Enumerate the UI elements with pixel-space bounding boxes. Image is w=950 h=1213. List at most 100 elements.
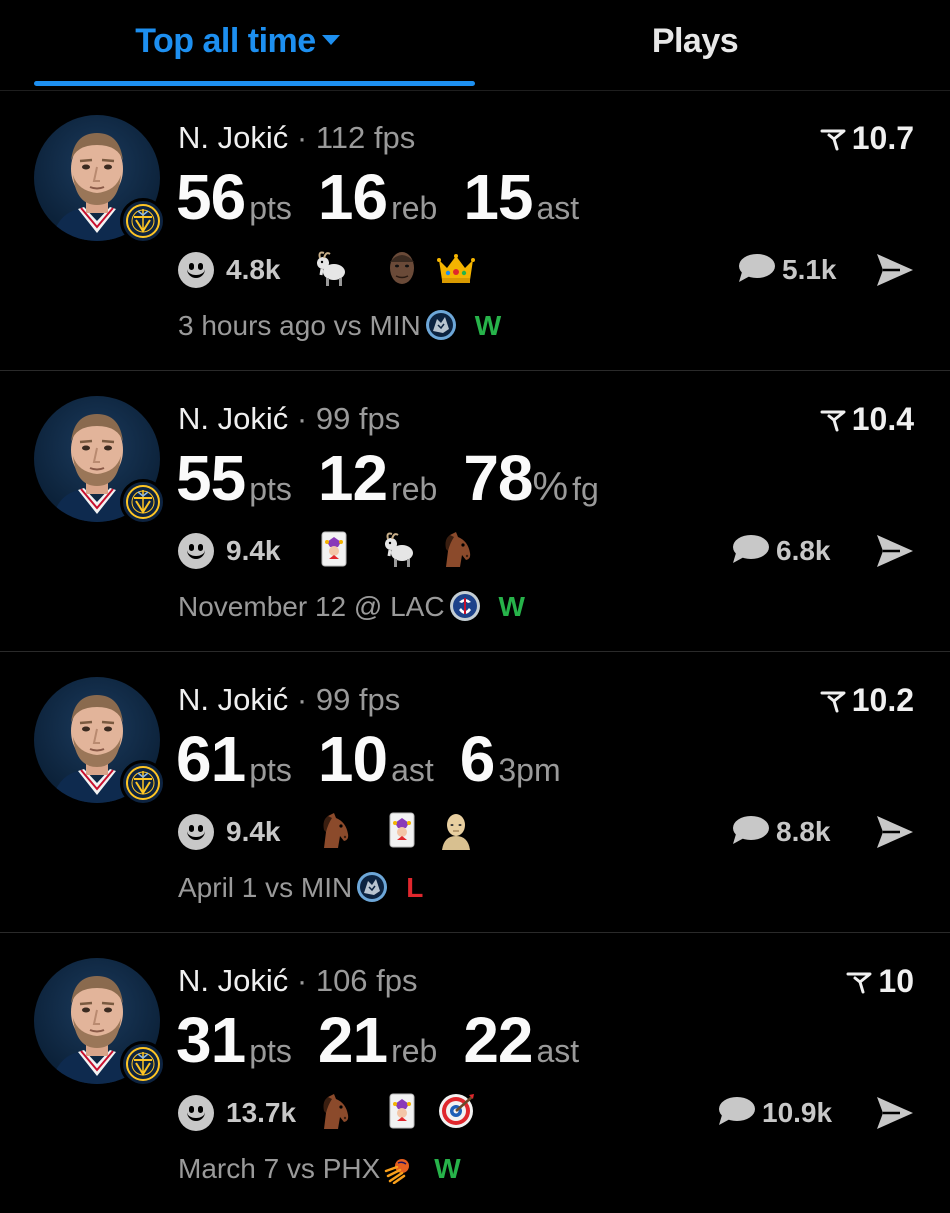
player-face-emoji[interactable] xyxy=(382,248,422,288)
player-name[interactable]: N. Jokić xyxy=(178,120,288,155)
stat-unit: ast xyxy=(391,752,434,788)
stat-line: 55 pts 12 reb 78% fg xyxy=(176,441,625,515)
nuggets-logo-icon xyxy=(120,1041,166,1087)
joker-card-emoji[interactable] xyxy=(382,810,422,850)
game-date: March 7 vs PHX xyxy=(178,1153,381,1184)
player-line: N. Jokić · 99 fps xyxy=(178,682,400,718)
player-name[interactable]: N. Jokić xyxy=(178,963,288,998)
smiley-react-icon[interactable] xyxy=(178,533,214,569)
stat-pts: 55 pts xyxy=(176,441,292,515)
goat-emoji[interactable] xyxy=(314,248,354,288)
player-name[interactable]: N. Jokić xyxy=(178,401,288,436)
game-result: W xyxy=(474,310,502,341)
stat-unit: pts xyxy=(249,1033,292,1069)
tab-top-all-time[interactable]: Top all time xyxy=(0,22,475,70)
stat-ast: 22 ast xyxy=(463,1003,579,1077)
target-emoji[interactable] xyxy=(436,1091,476,1131)
timberwolves-logo-icon xyxy=(425,309,457,341)
stat-value: 15 xyxy=(463,161,533,233)
stat-pts: 56 pts xyxy=(176,160,292,234)
send-icon xyxy=(877,535,913,567)
stat-3pm: 6 3pm xyxy=(460,722,561,796)
game-result: W xyxy=(434,1153,461,1184)
tab-plays-label: Plays xyxy=(651,22,739,60)
stat-pts: 31 pts xyxy=(176,1003,292,1077)
stat-value: 22 xyxy=(463,1004,533,1076)
send-icon xyxy=(877,254,913,286)
suns-logo-icon xyxy=(384,1152,416,1184)
rating-value: 10.7 xyxy=(851,120,914,156)
stat-value: 55 xyxy=(176,442,246,514)
player-line: N. Jokić · 99 fps xyxy=(178,401,400,437)
bald-man-emoji[interactable] xyxy=(436,810,476,850)
game-date: April 1 vs MIN xyxy=(178,872,353,903)
speech-bubble-icon xyxy=(739,254,775,282)
nuggets-logo-icon xyxy=(120,760,166,806)
goat-emoji[interactable] xyxy=(382,529,422,569)
active-tab-indicator xyxy=(34,81,475,86)
smiley-react-icon[interactable] xyxy=(178,1095,214,1131)
stat-ast: 15 ast xyxy=(463,160,579,234)
player-name[interactable]: N. Jokić xyxy=(178,682,288,717)
crown-emoji[interactable] xyxy=(436,248,476,288)
speech-bubble-icon xyxy=(733,816,769,844)
play-card[interactable]: N. Jokić · 106 fps 10 31 pts 21 reb 22 ast 13… xyxy=(0,933,950,1213)
game-result: L xyxy=(406,872,424,903)
tab-top-all-time-label: Top all time xyxy=(135,22,316,60)
share-button[interactable] xyxy=(874,531,916,571)
game-date: 3 hours ago vs MIN xyxy=(178,310,421,341)
share-button[interactable] xyxy=(874,812,916,852)
nuggets-logo-icon xyxy=(120,479,166,525)
rating-value: 10 xyxy=(878,963,914,999)
nuggets-logo-icon xyxy=(120,198,166,244)
speech-bubble-icon xyxy=(719,1097,755,1125)
smiley-react-icon[interactable] xyxy=(178,814,214,850)
share-button[interactable] xyxy=(874,250,916,290)
fantasy-points: 106 fps xyxy=(315,963,418,998)
player-line: N. Jokić · 112 fps xyxy=(178,120,415,156)
separator-dot: · xyxy=(296,401,308,436)
horse-emoji[interactable] xyxy=(436,529,476,569)
smiley-react-icon[interactable] xyxy=(178,252,214,288)
stat-pts: 61 pts xyxy=(176,722,292,796)
stat-unit: reb xyxy=(391,471,438,507)
reaction-count: 13.7k xyxy=(226,1097,297,1128)
stat-value: 21 xyxy=(317,1004,388,1076)
stat-value: 16 xyxy=(317,161,388,233)
player-line: N. Jokić · 106 fps xyxy=(178,963,418,999)
tab-plays[interactable]: Plays xyxy=(475,22,915,70)
send-icon xyxy=(877,1097,913,1129)
caret-down-icon xyxy=(321,35,340,46)
stat-line: 61 pts 10 ast 6 3pm xyxy=(176,722,587,796)
joker-card-emoji[interactable] xyxy=(382,1091,422,1131)
separator-dot: · xyxy=(296,963,308,998)
play-rating: 10.7 xyxy=(820,120,914,157)
game-info: 3 hours ago vs MIN W xyxy=(178,309,502,344)
stat-value: 61 xyxy=(176,723,246,795)
stat-fg: 78% fg xyxy=(463,441,598,515)
stat-reb: 12 reb xyxy=(318,441,437,515)
stat-ast: 10 ast xyxy=(318,722,434,796)
stat-line: 31 pts 21 reb 22 ast xyxy=(176,1003,605,1077)
joker-card-emoji[interactable] xyxy=(314,529,354,569)
send-icon xyxy=(877,816,913,848)
stat-reb: 21 reb xyxy=(318,1003,437,1077)
share-button[interactable] xyxy=(874,1093,916,1133)
stat-value: 12 xyxy=(317,442,388,514)
game-info: April 1 vs MIN L xyxy=(178,871,424,906)
play-card[interactable]: N. Jokić · 112 fps 10.7 56 pts 16 reb 15 ast … xyxy=(0,90,950,371)
rating-flag-icon xyxy=(820,410,846,432)
stat-unit: ast xyxy=(536,1033,580,1069)
game-result: W xyxy=(498,591,525,622)
stat-value: 78 xyxy=(463,442,533,514)
play-feed: N. Jokić · 112 fps 10.7 56 pts 16 reb 15 ast … xyxy=(0,90,950,1213)
play-card[interactable]: N. Jokić · 99 fps 10.4 55 pts 12 reb 78% fg 9… xyxy=(0,371,950,652)
horse-emoji[interactable] xyxy=(314,1091,354,1131)
comment-count: 6.8k xyxy=(776,535,831,566)
play-card[interactable]: N. Jokić · 99 fps 10.2 61 pts 10 ast 6 3pm 9.… xyxy=(0,652,950,933)
stat-unit: pts xyxy=(249,190,292,226)
horse-emoji[interactable] xyxy=(314,810,354,850)
play-rating: 10.4 xyxy=(820,401,914,438)
stat-value: 56 xyxy=(176,161,246,233)
stat-unit: ast xyxy=(536,190,580,226)
